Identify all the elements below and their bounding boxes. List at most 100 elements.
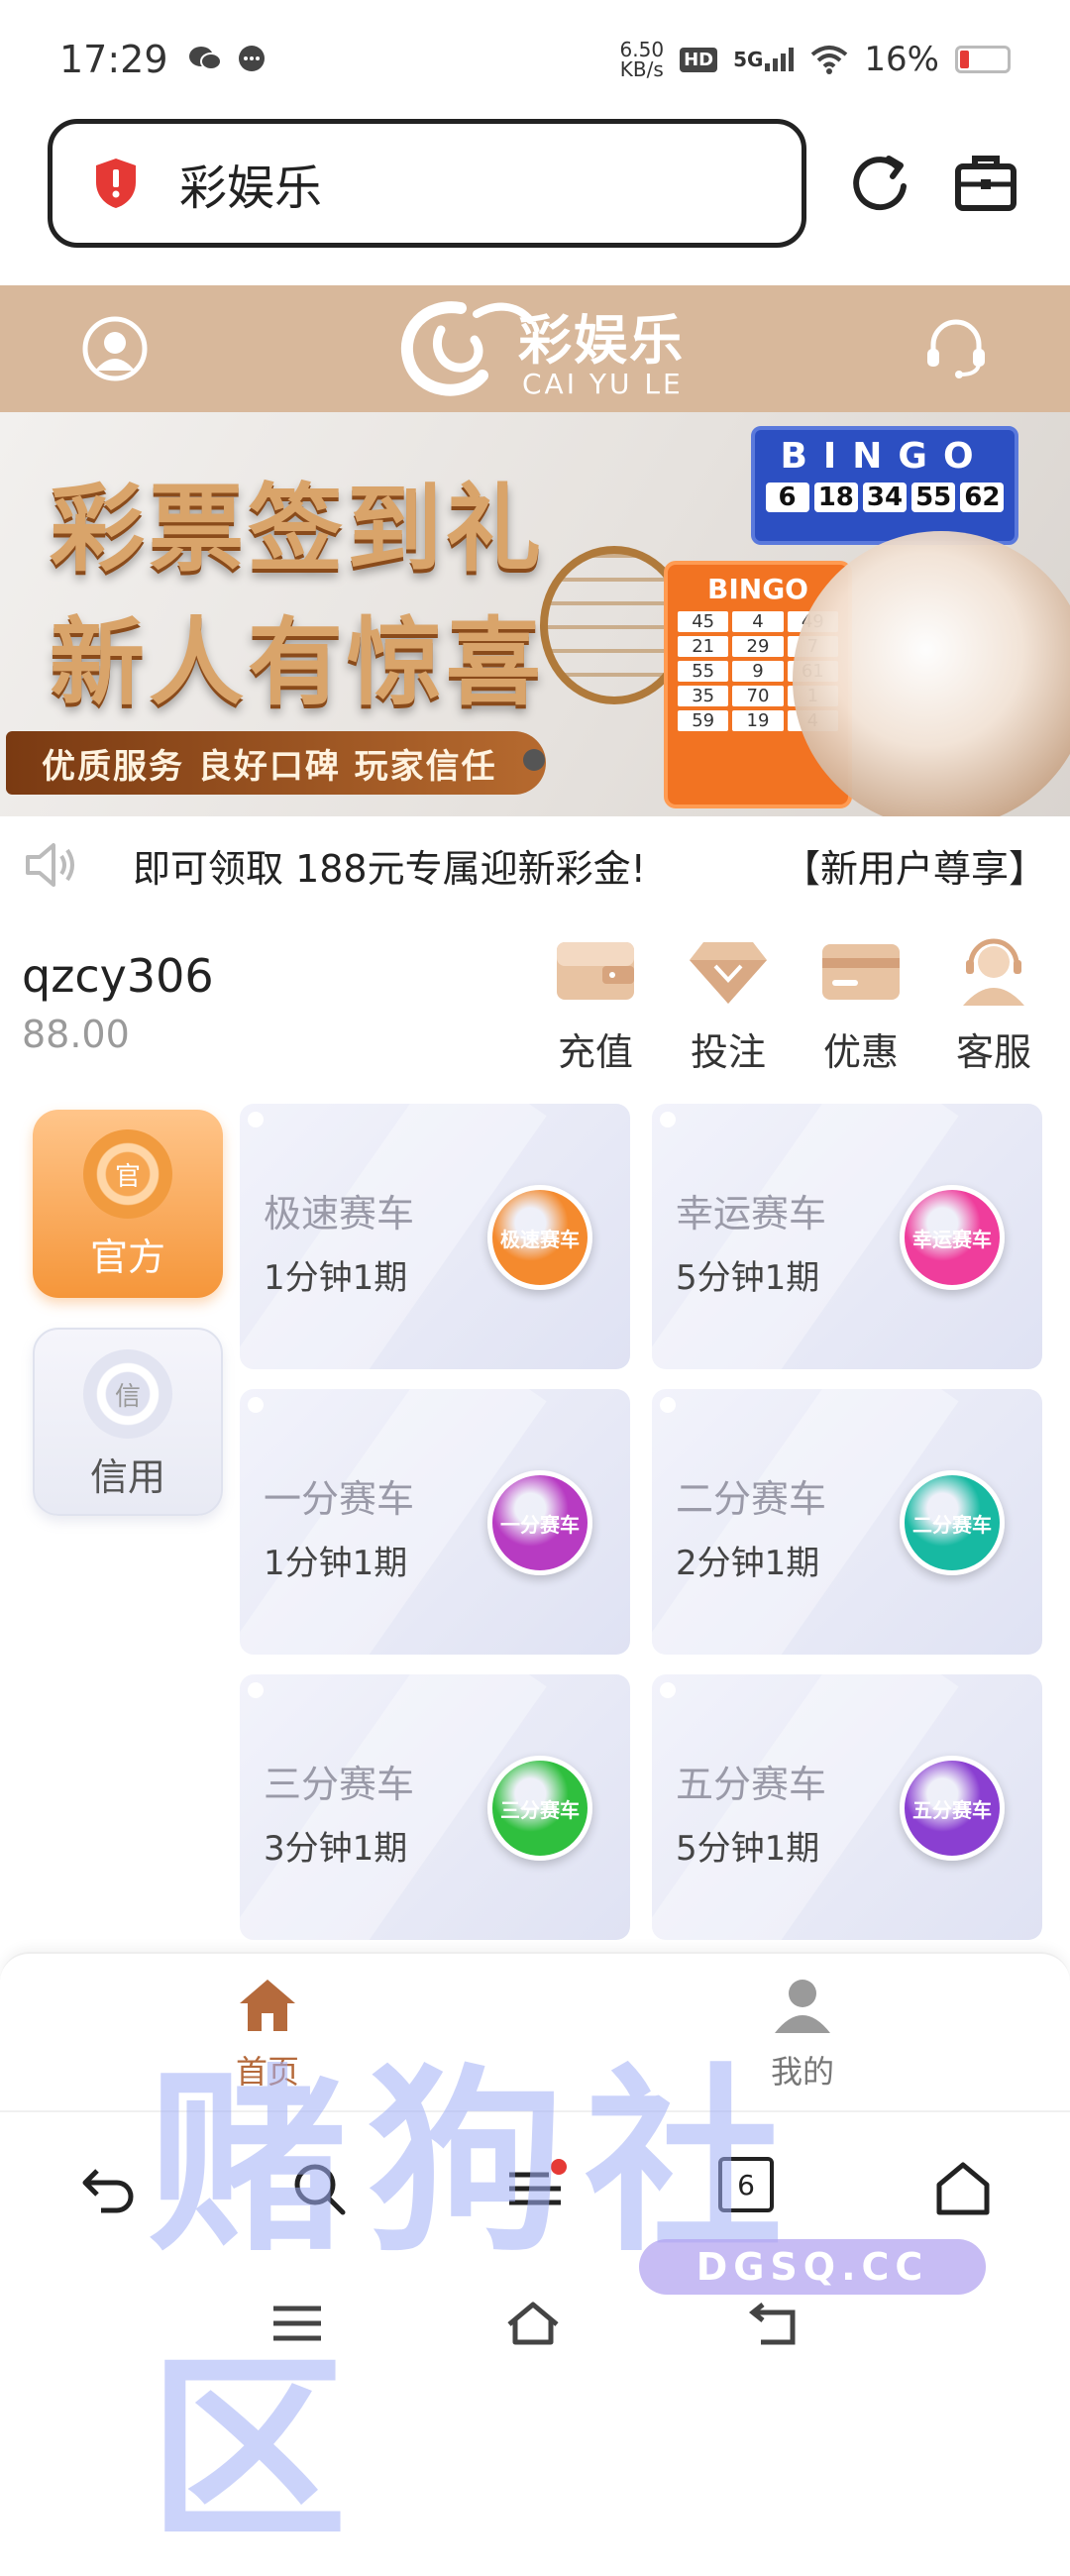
tab-official[interactable]: 官 官方 — [33, 1110, 223, 1298]
home-icon — [240, 1980, 295, 2031]
game-name: 二分赛车 — [676, 1477, 827, 1521]
game-name: 一分赛车 — [264, 1477, 415, 1521]
race-car-badge-icon: 二分赛车 — [900, 1470, 1005, 1575]
card-icon — [822, 944, 900, 1000]
system-back-icon[interactable] — [745, 2299, 801, 2348]
address-text: 彩娱乐 — [179, 161, 323, 216]
recent-apps-icon[interactable] — [269, 2299, 325, 2348]
logo-subtext: CAI YU LE — [522, 368, 684, 400]
banner-headline-1: 彩票签到礼 — [50, 473, 545, 585]
banner-headline-2: 新人有惊喜 — [50, 606, 545, 718]
notice-message: 即可领取 188元专属迎新彩金! — [133, 846, 646, 891]
customer-service-button[interactable]: 客服 — [949, 936, 1038, 1076]
notice-tag: 【新用户尊享】 — [782, 846, 1046, 891]
headset-icon[interactable] — [921, 313, 991, 382]
game-period: 1分钟1期 — [264, 1258, 408, 1298]
menu-icon[interactable] — [503, 2157, 567, 2220]
battery-percent: 16% — [864, 40, 939, 79]
bingo-cell: 70 — [732, 686, 784, 706]
official-coin-icon: 官 — [83, 1129, 172, 1219]
game-card-yifen[interactable]: 一分赛车 1分钟1期 一分赛车 — [240, 1389, 630, 1655]
game-card-wufen[interactable]: 五分赛车 5分钟1期 五分赛车 — [652, 1674, 1042, 1940]
toolbox-icon[interactable] — [953, 151, 1018, 216]
diamond-icon — [690, 942, 767, 1004]
wechat-icon — [188, 47, 222, 70]
bingo-cell: 35 — [678, 686, 729, 706]
tab-credit[interactable]: 信 信用 — [33, 1328, 223, 1516]
reload-icon[interactable] — [847, 151, 912, 216]
bingo-cell: 21 — [678, 636, 729, 657]
speaker-icon — [26, 843, 74, 887]
promotion-button[interactable]: 优惠 — [816, 936, 906, 1076]
wallet-icon — [557, 942, 634, 1000]
brand-header: 彩娱乐 CAI YU LE — [0, 285, 1070, 412]
signal-icon: 5G — [733, 48, 795, 71]
status-right: 6.50 KB/s HD 5G 16% — [620, 40, 1011, 79]
address-bar[interactable]: 彩娱乐 — [48, 119, 806, 248]
race-car-badge-icon: 幸运赛车 — [900, 1185, 1005, 1290]
bingo-cell: 59 — [678, 710, 729, 731]
bingo-number: 18 — [813, 483, 858, 512]
credit-coin-icon: 信 — [83, 1349, 172, 1439]
tab-official-label: 官方 — [89, 1235, 165, 1279]
wifi-icon — [811, 46, 848, 74]
tab-count: 6 — [737, 2168, 755, 2201]
system-nav-bar — [0, 2259, 1070, 2386]
battery-icon — [955, 46, 1011, 73]
game-name: 极速赛车 — [264, 1192, 415, 1235]
browser-toolbar: 6 — [0, 2110, 1070, 2259]
search-icon[interactable] — [287, 2157, 351, 2220]
race-car-badge-icon: 五分赛车 — [900, 1756, 1005, 1861]
game-card-xingyun[interactable]: 幸运赛车 5分钟1期 幸运赛车 — [652, 1104, 1042, 1369]
home-page-icon[interactable] — [931, 2157, 995, 2220]
game-name: 三分赛车 — [264, 1763, 415, 1806]
race-car-badge-icon: 极速赛车 — [487, 1185, 592, 1290]
bingo-cell: 9 — [732, 661, 784, 682]
nav-mine[interactable]: 我的 — [743, 1974, 862, 2093]
game-period: 2分钟1期 — [676, 1544, 820, 1583]
game-period: 3分钟1期 — [264, 1829, 408, 1869]
game-name: 幸运赛车 — [676, 1192, 827, 1235]
game-card-jisu[interactable]: 极速赛车 1分钟1期 极速赛车 — [240, 1104, 630, 1369]
brand-logo: 彩娱乐 CAI YU LE — [391, 290, 689, 409]
game-name: 五分赛车 — [676, 1763, 827, 1806]
game-card-erfen[interactable]: 二分赛车 2分钟1期 二分赛车 — [652, 1389, 1042, 1655]
bingo-cell: 29 — [732, 636, 784, 657]
status-notification-icons — [188, 44, 268, 75]
race-car-badge-icon: 三分赛车 — [487, 1756, 592, 1861]
logo-text: 彩娱乐 — [518, 309, 685, 372]
notice-bar[interactable]: 即可领取 188元专属迎新彩金! 【新用户尊享】 — [0, 816, 1070, 913]
message-icon — [238, 46, 265, 71]
user-icon[interactable] — [81, 315, 149, 382]
promo-banner[interactable]: BINGO 618345562 BINGO 454492129755961357… — [0, 412, 1070, 816]
shield-icon — [96, 159, 136, 208]
game-card-sanfen[interactable]: 三分赛车 3分钟1期 三分赛车 — [240, 1674, 630, 1940]
status-time: 17:29 — [59, 38, 168, 81]
tab-credit-label: 信用 — [89, 1455, 165, 1499]
nav-home[interactable]: 首页 — [208, 1974, 327, 2093]
tabs-button[interactable]: 6 — [718, 2157, 774, 2212]
back-icon[interactable] — [77, 2157, 141, 2220]
bet-button[interactable]: 投注 — [684, 936, 773, 1076]
status-bar: 17:29 6.50 KB/s HD 5G 16% — [0, 0, 1070, 119]
bottom-nav: 首页 我的 — [0, 1952, 1070, 2110]
bingo-card: BINGO 6 18 34 55 62 — [751, 426, 1018, 545]
carousel-indicator[interactable] — [523, 749, 545, 771]
bingo-cell: 55 — [678, 661, 729, 682]
username: qzcy306 — [22, 949, 214, 1003]
race-car-badge-icon: 一分赛车 — [487, 1470, 592, 1575]
person-icon — [775, 1980, 830, 2033]
game-period: 5分钟1期 — [676, 1829, 820, 1869]
net-speed: 6.50 KB/s — [619, 38, 665, 81]
bingo-cell: 45 — [678, 611, 729, 632]
game-period: 1分钟1期 — [264, 1544, 408, 1583]
bingo-number: 55 — [911, 483, 956, 512]
bingo-cell: 4 — [732, 611, 784, 632]
support-icon — [963, 938, 1024, 1006]
game-period: 5分钟1期 — [676, 1258, 820, 1298]
bingo-number: 62 — [960, 483, 1005, 512]
bingo-number: 6 — [765, 483, 809, 512]
deposit-button[interactable]: 充值 — [551, 936, 640, 1076]
system-home-icon[interactable] — [505, 2299, 561, 2348]
hd-badge: HD — [680, 47, 718, 72]
